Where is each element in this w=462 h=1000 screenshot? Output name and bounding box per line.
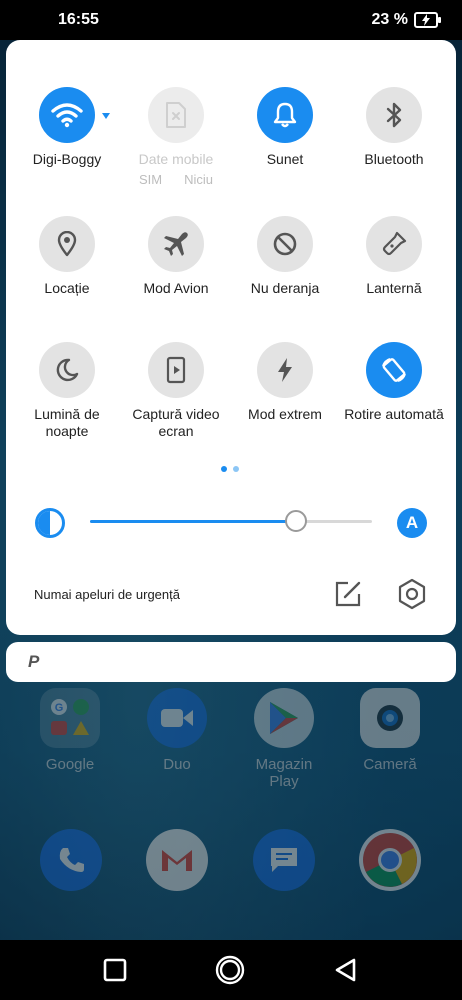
quick-settings-panel: Digi-Boggy Date mobile SIM Niciu Sunet B… xyxy=(6,40,456,635)
battery-charging-icon xyxy=(414,12,441,28)
sim-card-icon xyxy=(148,87,204,143)
battery-percent: 23 % xyxy=(371,11,408,28)
tile-wifi[interactable]: Digi-Boggy xyxy=(12,87,122,168)
wifi-icon xyxy=(39,87,95,143)
tile-label: Nu deranja xyxy=(250,280,320,296)
back-button[interactable] xyxy=(330,954,362,986)
screen-record-icon xyxy=(148,342,204,398)
tile-label: Lumină de noapte xyxy=(34,406,100,439)
tile-label: Sunet xyxy=(266,151,304,167)
page-dot xyxy=(233,466,239,472)
tile-label: Date mobile xyxy=(138,151,214,167)
search-logo: P xyxy=(28,652,40,671)
tile-label: Captură video ecran xyxy=(132,406,220,439)
back-icon xyxy=(335,958,356,982)
search-bar[interactable]: P xyxy=(6,642,456,682)
brightness-slider[interactable] xyxy=(90,510,372,532)
wifi-expand-caret-icon[interactable] xyxy=(102,113,110,119)
sim-status: SIM Niciu xyxy=(121,172,231,187)
gear-icon xyxy=(398,578,426,610)
edit-tiles-button[interactable] xyxy=(332,578,364,610)
auto-rotate-icon xyxy=(366,342,422,398)
tile-extreme-mode[interactable]: Mod extrem xyxy=(230,342,340,423)
page-indicator xyxy=(221,466,239,472)
brightness-slider-thumb[interactable] xyxy=(284,510,307,532)
status-time: 16:55 xyxy=(58,11,99,28)
navigation-bar xyxy=(0,940,462,1000)
status-bar: 16:55 23 % xyxy=(0,0,462,40)
tile-label: Rotire automată xyxy=(344,406,444,422)
tile-auto-rotate[interactable]: Rotire automată xyxy=(339,342,449,423)
tile-screen-record[interactable]: Captură video ecran xyxy=(121,342,231,440)
tile-label: Bluetooth xyxy=(364,151,424,167)
tile-label: Mod extrem xyxy=(248,406,322,422)
home-icon xyxy=(215,955,245,985)
tile-label: Digi-Boggy xyxy=(32,151,102,167)
auto-brightness-button[interactable]: A xyxy=(397,508,427,538)
brightness-slider-fill xyxy=(90,520,296,523)
flashlight-icon xyxy=(366,216,422,272)
tile-flashlight[interactable]: Lanternă xyxy=(339,216,449,297)
home-button[interactable] xyxy=(214,954,246,986)
recents-button[interactable] xyxy=(99,954,131,986)
lightning-icon xyxy=(257,342,313,398)
do-not-disturb-icon xyxy=(257,216,313,272)
sim-slot-label: SIM xyxy=(139,172,163,187)
brightness-icon xyxy=(35,508,65,538)
tile-location[interactable]: Locație xyxy=(12,216,122,297)
tile-bluetooth[interactable]: Bluetooth xyxy=(339,87,449,168)
tile-label: Mod Avion xyxy=(143,280,209,296)
settings-button[interactable] xyxy=(395,577,429,611)
tile-do-not-disturb[interactable]: Nu deranja xyxy=(230,216,340,297)
bell-icon xyxy=(257,87,313,143)
tile-night-light[interactable]: Lumină de noapte xyxy=(12,342,122,440)
tile-sound[interactable]: Sunet xyxy=(230,87,340,168)
tile-label: Lanternă xyxy=(366,280,422,296)
sim-carrier-label: Niciu xyxy=(184,172,213,187)
page-dot-active xyxy=(221,466,227,472)
bluetooth-icon xyxy=(366,87,422,143)
tile-airplane-mode[interactable]: Mod Avion xyxy=(121,216,231,297)
tile-mobile-data[interactable]: Date mobile SIM Niciu xyxy=(121,87,231,187)
location-pin-icon xyxy=(39,216,95,272)
moon-icon xyxy=(39,342,95,398)
recents-icon xyxy=(103,958,127,982)
emergency-calls-only-text: Numai apeluri de urgență xyxy=(34,587,180,602)
status-right: 23 % xyxy=(371,11,441,29)
airplane-icon xyxy=(148,216,204,272)
edit-icon xyxy=(335,581,361,607)
tile-label: Locație xyxy=(44,280,90,296)
